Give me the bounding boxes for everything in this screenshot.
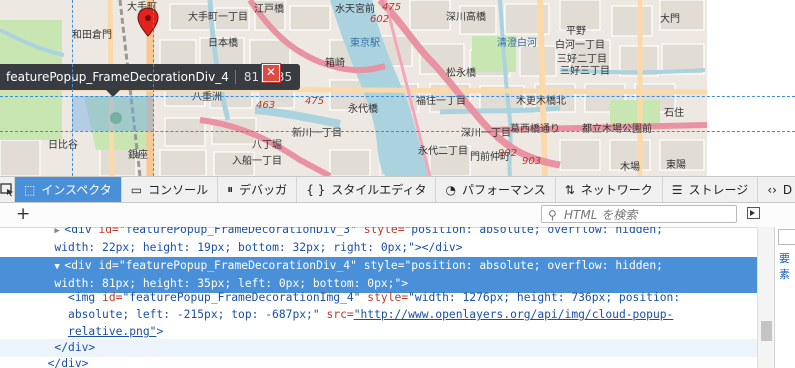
page-blank-area xyxy=(707,0,795,176)
guide-line-bottom xyxy=(0,131,795,132)
map-label: 都立木場公園前 xyxy=(582,124,652,135)
map-route-number: 463 xyxy=(256,100,276,111)
inspector-icon: ⬚ xyxy=(24,182,36,197)
map-route-number: 475 xyxy=(382,2,402,13)
close-icon[interactable]: ✕ xyxy=(262,64,280,82)
map-label: 水天宮前 xyxy=(335,4,375,15)
tab-storage[interactable]: ☰ ストレージ xyxy=(661,177,758,202)
guide-line-top xyxy=(0,96,795,97)
tab-inspector[interactable]: ⬚ インスペクタ xyxy=(14,177,121,202)
sidebar-toggle-icon[interactable] xyxy=(747,207,760,219)
tab-label: パフォーマンス xyxy=(461,183,546,197)
style-editor-icon: { } xyxy=(306,182,326,197)
map-label: 大手町一丁目 xyxy=(188,12,248,23)
map-label: 日比谷 xyxy=(48,140,78,151)
map-viewport[interactable]: 大手町 大手町一丁目 江戸橋 水天宮前 深川高橋 白河一丁目 平野 大門 和田倉… xyxy=(0,0,707,176)
map-label: 松永橋 xyxy=(446,68,476,79)
markup-node-continuation: width: 22px; height: 19px; bottom: 32px;… xyxy=(54,241,463,254)
tab-style-editor[interactable]: { } スタイルエディタ xyxy=(296,177,435,202)
html-search-input[interactable] xyxy=(541,205,737,223)
map-label: 大門 xyxy=(660,14,680,25)
tab-label: D xyxy=(782,182,793,197)
tab-label: スタイルエディタ xyxy=(331,183,427,197)
image-src-link[interactable]: "http://www.openlayers.org/api/img/cloud… xyxy=(354,308,674,321)
image-src-link[interactable]: relative.png" xyxy=(68,325,156,338)
tab-more[interactable]: ‹› D xyxy=(757,177,795,202)
performance-icon: ◔ xyxy=(445,182,456,197)
map-label: 永代橋 xyxy=(348,104,378,115)
dom-icon: ‹› xyxy=(767,182,777,197)
map-label: 三好三丁目 xyxy=(560,66,610,77)
map-label: 三好二丁目 xyxy=(557,54,607,65)
map-label: 和田倉門 xyxy=(72,30,112,41)
map-label: 入船一丁目 xyxy=(232,156,282,167)
rules-side-panel xyxy=(774,227,795,368)
map-label: 深川一丁目 xyxy=(461,128,511,139)
map-label: 深川高橋 xyxy=(446,12,486,23)
debugger-icon: ⏸ xyxy=(227,182,234,196)
map-label: 八丁堀 xyxy=(252,140,282,151)
search-icon: ⚲ xyxy=(548,208,557,222)
guide-line-right xyxy=(153,0,154,176)
map-label: 清澄白河 xyxy=(497,38,537,49)
map-label: 新川一丁目 xyxy=(292,128,342,139)
tab-label: デバッガ xyxy=(239,183,288,197)
map-label: 永代二丁目 xyxy=(418,146,468,157)
element-highlight-overlay xyxy=(72,96,153,131)
map-route-number: 903 xyxy=(522,156,542,167)
map-label: 木場 xyxy=(620,162,640,173)
storage-icon: ☰ xyxy=(671,182,683,197)
devtools-toolbar: ⬚ インスペクタ ▭ コンソール ⏸ デバッガ { } スタイルエディタ ◔ パ… xyxy=(0,176,795,203)
map-route-number: 475 xyxy=(305,96,325,107)
tab-debugger[interactable]: ⏸ デバッガ xyxy=(217,177,296,202)
map-label: 銀座 xyxy=(128,150,148,161)
map-label: 八重洲 xyxy=(192,92,222,103)
map-label: 葛西橋通り xyxy=(510,124,560,135)
scrollbar-thumb[interactable] xyxy=(761,321,772,341)
markup-view[interactable]: ▶ <div id="featurePopup_FrameDecorationDi… xyxy=(0,227,757,368)
add-node-button[interactable]: + xyxy=(16,204,30,224)
tab-label: コンソール xyxy=(148,183,209,197)
collapse-arrow-icon[interactable]: ▼ xyxy=(54,258,64,276)
markup-scrollbar[interactable] xyxy=(757,227,775,368)
tab-network[interactable]: ⇅ ネットワーク xyxy=(554,177,662,202)
tab-label: インスペクタ xyxy=(41,183,112,197)
markup-node-continuation: absolute; left: -215px; top: -687px;" sr… xyxy=(68,308,674,321)
network-icon: ⇅ xyxy=(564,182,575,197)
side-panel-label: 要素 xyxy=(779,252,790,281)
map-label: 江戸橋 xyxy=(254,4,284,15)
element-picker-button[interactable] xyxy=(0,177,14,202)
map-label: 石住 xyxy=(664,108,684,119)
map-label: 日本橋 xyxy=(208,38,238,49)
tab-console[interactable]: ▭ コンソール xyxy=(120,177,217,202)
map-label: 木更木橋北 xyxy=(516,96,566,107)
guide-line-left xyxy=(72,0,73,176)
console-icon: ▭ xyxy=(130,182,143,197)
map-route-number: 902 xyxy=(498,148,518,159)
markup-closing-tag[interactable]: </div> xyxy=(0,355,757,368)
map-label: 福住一丁目 xyxy=(416,96,466,107)
tab-label: ストレージ xyxy=(688,183,749,197)
side-panel-filter-box[interactable] xyxy=(778,229,795,245)
map-route-number: 602 xyxy=(370,14,390,25)
markup-node[interactable]: <img id="featurePopup_FrameDecorationImg… xyxy=(0,289,757,307)
map-label: 平野 xyxy=(566,26,586,37)
map-label: 東陽 xyxy=(666,160,686,171)
markup-node-selected[interactable]: ▼ <div id="featurePopup_FrameDecorationDi… xyxy=(0,257,757,276)
map-label: 白河一丁目 xyxy=(555,40,605,51)
tooltip-element-name: featurePopup_FrameDecorationDiv_4 xyxy=(6,70,229,84)
element-picker-icon xyxy=(0,182,13,196)
tab-label: ネットワーク xyxy=(580,183,653,197)
map-label: 箱崎 xyxy=(325,58,345,69)
map-label: 東京駅 xyxy=(350,38,380,49)
markup-toolbar: + ⚲ xyxy=(0,203,795,228)
tab-performance[interactable]: ◔ パフォーマンス xyxy=(435,177,554,202)
element-info-tooltip: featurePopup_FrameDecorationDiv_4 81 × 3… xyxy=(0,64,301,90)
